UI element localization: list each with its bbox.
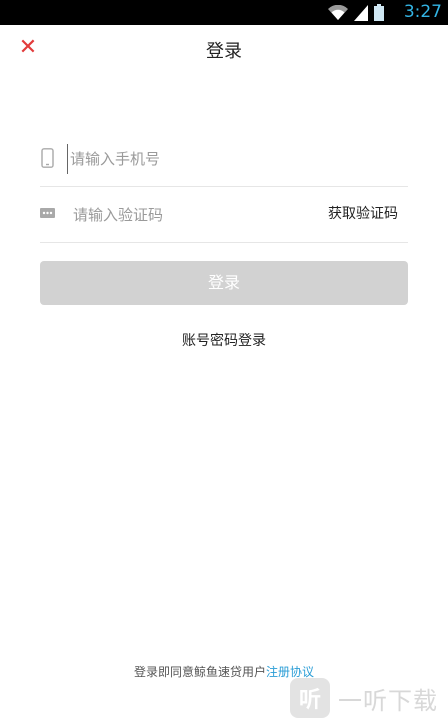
code-input[interactable] (71, 200, 335, 230)
get-code-button[interactable]: 获取验证码 (328, 203, 398, 223)
signal-icon (354, 5, 368, 21)
watermark-text: 一听下载 (338, 686, 438, 715)
agreement-link[interactable]: 注册协议 (266, 665, 314, 679)
code-row: 获取验证码 (40, 186, 408, 243)
watermark: 听 一听下载 (290, 678, 448, 718)
status-bar: 3:27 (0, 0, 448, 25)
phone-input[interactable] (67, 144, 332, 174)
login-button[interactable]: 登录 (40, 261, 408, 305)
status-time: 3:27 (403, 2, 442, 22)
title-bar: ✕ 登录 (0, 25, 448, 71)
phone-row (40, 130, 408, 187)
wifi-icon (328, 5, 348, 20)
message-icon (40, 208, 55, 218)
watermark-logo: 听 (290, 678, 330, 718)
status-icons (328, 4, 384, 21)
phone-icon (41, 148, 54, 168)
agreement-prefix: 登录即同意鲸鱼速贷用户 (133, 665, 266, 679)
battery-icon (374, 4, 384, 21)
password-login-link[interactable]: 账号密码登录 (0, 330, 448, 350)
page-title: 登录 (206, 41, 242, 62)
